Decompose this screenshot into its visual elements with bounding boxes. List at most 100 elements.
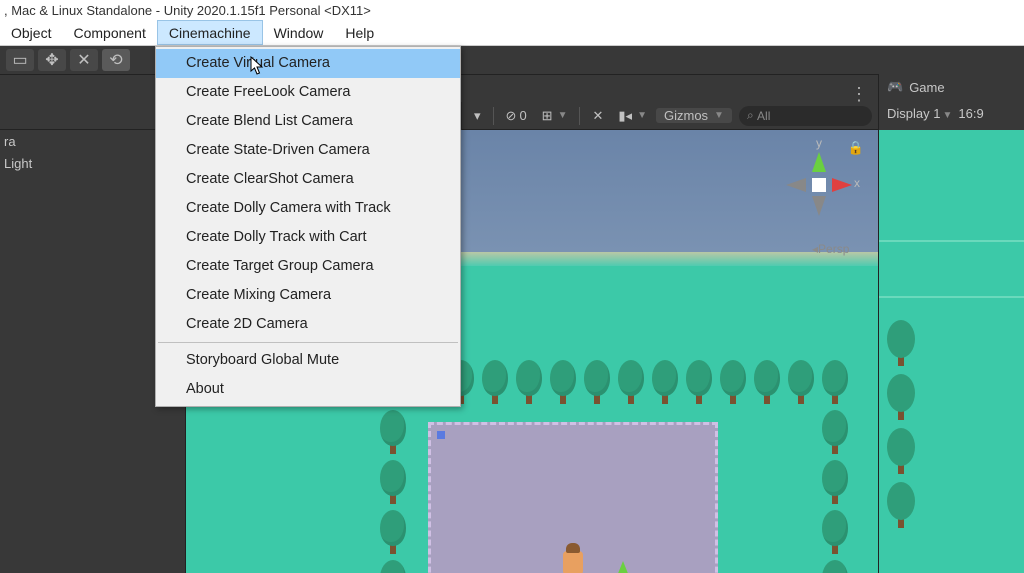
menu-bar: Object Component Cinemachine Window Help [0,20,1024,46]
axis-neg-y-arrow[interactable] [812,196,826,216]
floor-area [428,422,718,573]
search-icon: ⌕ [747,108,754,123]
menu-create-target-group-camera[interactable]: Create Target Group Camera [156,252,460,281]
mode-label: Persp [818,242,849,256]
menu-item-label: Create Dolly Track with Cart [186,229,367,245]
gizmo-cube[interactable] [812,178,826,192]
menu-window[interactable]: Window [263,20,335,45]
player-character [563,551,583,573]
game-panel-header: 🎮 Game Display 1▼ 16:9 [878,74,1024,130]
menu-create-dolly-track-cart[interactable]: Create Dolly Track with Cart [156,223,460,252]
gizmos-label: Gizmos [664,108,708,123]
camera-icon[interactable]: ▮◂▼ [612,105,653,127]
axis-y-arrow[interactable] [812,152,826,172]
divider [879,296,1024,298]
mouse-cursor-icon [250,56,264,76]
tree-sprite [820,410,850,454]
aspect-dropdown[interactable]: 16:9 [958,106,983,121]
axis-y-label: y [816,136,822,150]
hidden-count: 0 [519,108,526,123]
axis-x-label: x [854,176,860,190]
menu-item-label: Create Target Group Camera [186,258,374,274]
game-controller-icon: 🎮 [887,79,903,95]
menu-cinemachine[interactable]: Cinemachine [157,20,263,45]
display-dropdown[interactable]: Display 1▼ [887,106,952,121]
tree-sprite [885,374,917,420]
corner-marker [437,431,445,439]
shading-mode-dropdown[interactable]: ▾ [468,105,487,127]
tree-sprite [684,360,714,404]
tree-sprite [820,460,850,504]
menu-separator [158,342,458,343]
menu-create-clearshot-camera[interactable]: Create ClearShot Camera [156,165,460,194]
hierarchy-item-label: ra [4,134,16,149]
scene-view-toolbar: ▾ ⊘ 0 ⊞▼ ✕ ▮◂▼ Gizmos ▼ ⌕ All [462,102,878,130]
tool-move-icon[interactable]: ✥ [38,49,66,71]
game-tab[interactable]: 🎮 Game [879,74,1024,100]
tree-sprite [786,360,816,404]
tree-sprite [582,360,612,404]
menu-create-dolly-camera-track[interactable]: Create Dolly Camera with Track [156,194,460,223]
tool-rect-icon[interactable]: ▭ [6,49,34,71]
menu-create-virtual-camera[interactable]: Create Virtual Camera [156,49,460,78]
chevron-down-icon: ▼ [714,110,724,121]
eye-off-icon: ⊘ [506,108,517,124]
menu-create-mixing-camera[interactable]: Create Mixing Camera [156,281,460,310]
menu-label: Cinemachine [169,25,251,41]
menu-object[interactable]: Object [0,20,62,45]
tool-crossed-icon[interactable]: ✕ [70,49,98,71]
menu-create-freelook-camera[interactable]: Create FreeLook Camera [156,78,460,107]
tools-icon[interactable]: ✕ [586,105,609,127]
menu-create-state-driven-camera[interactable]: Create State-Driven Camera [156,136,460,165]
separator [579,107,580,125]
gizmos-dropdown[interactable]: Gizmos ▼ [656,108,732,123]
tab-header-row: ⊟ [0,74,1024,102]
menu-item-label: Create Dolly Camera with Track [186,200,391,216]
menu-storyboard-global-mute[interactable]: Storyboard Global Mute [156,346,460,375]
axis-x-arrow[interactable] [832,178,852,192]
menu-help[interactable]: Help [334,20,385,45]
aspect-label: 16:9 [958,106,983,121]
title-bar: , Mac & Linux Standalone - Unity 2020.1.… [0,0,1024,20]
tree-sprite [650,360,680,404]
menu-create-2d-camera[interactable]: Create 2D Camera [156,310,460,339]
hierarchy-item-label: Light [4,156,32,171]
tree-sprite [514,360,544,404]
lock-icon[interactable]: 🔒 [848,140,864,156]
menu-about[interactable]: About [156,375,460,404]
tool-selected-icon[interactable]: ⟲ [102,49,130,71]
cinemachine-menu-dropdown: Create Virtual Camera Create FreeLook Ca… [155,46,461,407]
menu-label: Object [11,25,51,41]
menu-item-label: About [186,381,224,397]
menu-item-label: Create FreeLook Camera [186,84,350,100]
axis-neg-x-arrow[interactable] [786,178,806,192]
menu-label: Help [345,25,374,41]
grid-toggle[interactable]: ⊞▼ [536,105,574,127]
search-placeholder: All [757,109,770,123]
tree-sprite [378,410,408,454]
menu-item-label: Create ClearShot Camera [186,171,354,187]
orientation-gizmo[interactable]: 🔒 y x ◂Persp [774,134,864,244]
tree-sprite [378,460,408,504]
menu-label: Window [274,25,324,41]
menu-label: Component [73,25,145,41]
game-view[interactable] [878,130,1024,573]
menu-item-label: Create State-Driven Camera [186,142,370,158]
tree-sprite [718,360,748,404]
tree-sprite [885,428,917,474]
hidden-objects-toggle[interactable]: ⊘ 0 [500,105,533,127]
menu-component[interactable]: Component [62,20,156,45]
menu-create-blend-list-camera[interactable]: Create Blend List Camera [156,107,460,136]
tree-sprite [480,360,510,404]
scene-search-input[interactable]: ⌕ All [739,106,872,126]
game-tab-label: Game [909,80,944,95]
tree-sprite [820,560,850,573]
menu-item-label: Storyboard Global Mute [186,352,339,368]
tree-sprite [820,510,850,554]
display-label: Display 1 [887,106,940,121]
camera-gizmo-icon [611,561,635,573]
tree-sprite [885,482,917,528]
tree-sprite [820,360,850,404]
tree-sprite [378,510,408,554]
projection-mode[interactable]: ◂Persp [812,242,849,256]
